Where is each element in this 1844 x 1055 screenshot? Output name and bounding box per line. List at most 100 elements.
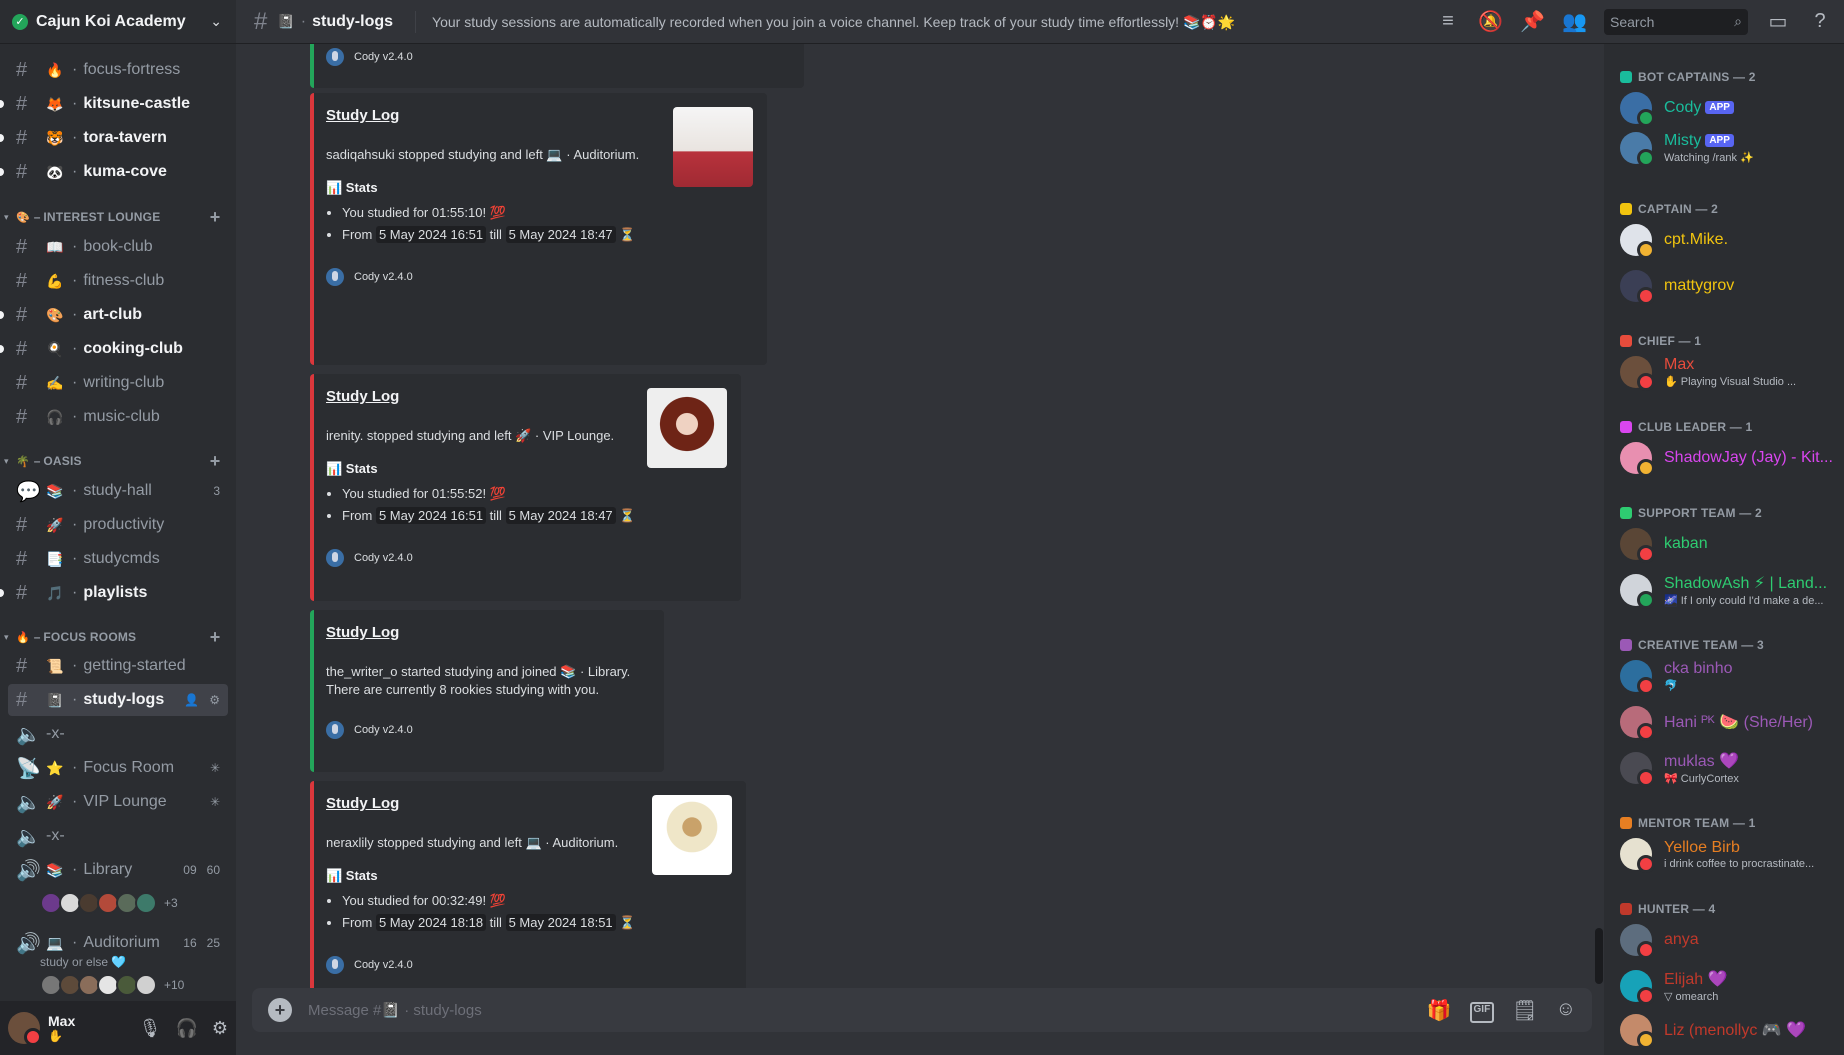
channel-label: VIP Lounge: [83, 793, 167, 810]
member-item[interactable]: Max ✋ Playing Visual Studio ...: [1620, 352, 1836, 392]
channel-kitsune-castle[interactable]: # 🦊 · kitsune-castle: [0, 88, 228, 120]
channel-kuma-cove[interactable]: # 🐼 · kuma-cove: [0, 156, 228, 188]
channel-label: Focus Room: [83, 759, 175, 776]
channel-study-logs[interactable]: # 📓 · study-logs 👤 ⚙: [8, 684, 228, 716]
member-item[interactable]: Cody APP: [1620, 88, 1836, 128]
voice-channel-separator[interactable]: 🔈 -x-: [8, 820, 228, 852]
help-icon[interactable]: ?: [1808, 10, 1832, 33]
microphone-icon[interactable]: 🎙: [139, 1018, 162, 1039]
mute-bell-icon[interactable]: 🔕: [1478, 9, 1503, 34]
member-item[interactable]: Elijah 💜 ▽ omearch: [1620, 966, 1836, 1006]
member-item[interactable]: Yelloe Birb i drink coffee to procrastin…: [1620, 834, 1836, 874]
server-header[interactable]: ✓ Cajun Koi Academy ⌄: [0, 0, 236, 44]
channel-fitness-club[interactable]: # 💪 · fitness-club: [8, 265, 228, 297]
channel-topic[interactable]: Your study sessions are automatically re…: [415, 10, 1420, 33]
channel-emoji: 🦊: [46, 95, 64, 112]
headphones-icon[interactable]: 🎧: [175, 1018, 197, 1039]
voice-channel-vip-lounge[interactable]: 🔈 🚀 · VIP Lounge ✳: [8, 786, 228, 818]
stats-list: You studied for 00:32:49! 💯 From 5 May 2…: [342, 890, 730, 934]
emoji-icon[interactable]: ☺: [1556, 998, 1576, 1023]
message-input[interactable]: [308, 1001, 1427, 1019]
message-scrollbar[interactable]: [1595, 928, 1603, 984]
channel-getting-started[interactable]: # 📜 · getting-started: [8, 650, 228, 682]
member-name: Liz (menollyc 🎮 💜: [1664, 1022, 1807, 1039]
category-label: INTEREST LOUNGE: [43, 210, 161, 224]
add-channel-icon[interactable]: +: [206, 627, 224, 648]
add-member-icon[interactable]: 👤: [184, 693, 199, 707]
embed-title[interactable]: Study Log: [326, 624, 648, 641]
voice-channel-library[interactable]: 🔊 📚 · Library 09 60: [8, 854, 228, 886]
avatar[interactable]: [135, 974, 157, 996]
member-list-icon[interactable]: 👥: [1562, 9, 1587, 34]
threads-icon[interactable]: ≡: [1436, 10, 1460, 33]
voice-participants[interactable]: +10: [40, 974, 184, 996]
gift-icon[interactable]: 🎁: [1427, 998, 1452, 1023]
channel-music-club[interactable]: # 🎧 · music-club: [8, 401, 228, 433]
avatar[interactable]: [8, 1012, 42, 1046]
app-badge: APP: [1705, 134, 1734, 147]
category-label: FOCUS ROOMS: [43, 630, 137, 644]
add-channel-icon[interactable]: +: [206, 451, 224, 472]
avatar[interactable]: [135, 892, 157, 914]
more-participants: +10: [164, 978, 185, 992]
channel-art-club[interactable]: # 🎨 · art-club: [0, 299, 228, 331]
user-thumbnail[interactable]: [652, 795, 732, 875]
voice-channel-focus-room[interactable]: 📡 ⭐ · Focus Room ✳: [8, 752, 228, 784]
channel-productivity[interactable]: # 🚀 · productivity: [8, 509, 228, 541]
server-name: Cajun Koi Academy: [36, 12, 186, 30]
avatar: [1620, 752, 1655, 787]
search-input[interactable]: [1610, 13, 1735, 30]
category-interest-lounge[interactable]: ▾ 🎨 – INTEREST LOUNGE +: [4, 207, 224, 227]
member-item[interactable]: cka binho 🐬: [1620, 656, 1836, 696]
member-item[interactable]: ShadowJay (Jay) - Kit...: [1620, 438, 1836, 478]
gear-icon[interactable]: ⚙: [212, 1018, 228, 1039]
channel-label: -x-: [46, 827, 65, 844]
channel-label: kitsune-castle: [83, 95, 191, 112]
channel-header: # 📓 · study-logs Your study sessions are…: [236, 0, 1844, 44]
channel-label: cooking-club: [83, 340, 183, 357]
member-item[interactable]: kaban: [1620, 524, 1836, 564]
start-time: 5 May 2024 16:51: [375, 507, 487, 524]
voice-channel-separator[interactable]: 🔈 -x-: [8, 718, 228, 750]
gif-icon[interactable]: GIF: [1469, 1001, 1495, 1023]
bot-avatar-icon: [326, 268, 344, 286]
member-item[interactable]: ShadowAsh ⚡ | Land... 🌌 If I only could …: [1620, 570, 1836, 610]
channel-cooking-club[interactable]: # 🍳 · cooking-club: [0, 333, 228, 365]
embed-footer: Cody v2.4.0: [326, 956, 730, 974]
member-item[interactable]: Hani ᴾᴷ 🍉 (She/Her): [1620, 702, 1836, 742]
channel-studycmds[interactable]: # 📑 · studycmds: [8, 543, 228, 575]
bot-avatar-icon: [326, 48, 344, 66]
member-item[interactable]: cpt.Mike.: [1620, 220, 1836, 260]
role-header: CLUB LEADER — 1: [1620, 420, 1752, 434]
member-item[interactable]: mattygrov: [1620, 266, 1836, 306]
add-channel-icon[interactable]: +: [206, 207, 224, 228]
voice-participants[interactable]: +3: [40, 892, 178, 914]
inbox-icon[interactable]: ▭: [1766, 9, 1790, 34]
channel-playlists[interactable]: # 🎵 · playlists: [0, 577, 228, 609]
user-thumbnail[interactable]: [647, 388, 727, 468]
attach-plus-button[interactable]: +: [268, 998, 292, 1022]
session-range: From 5 May 2024 16:51 till 5 May 2024 18…: [342, 224, 751, 246]
user-thumbnail[interactable]: [673, 107, 753, 187]
search-box[interactable]: ⌕: [1604, 8, 1748, 35]
member-item[interactable]: Liz (menollyc 🎮 💜: [1620, 1010, 1836, 1050]
avatar: [1620, 442, 1655, 477]
sticker-icon[interactable]: 🗒: [1512, 998, 1537, 1023]
channel-tora-tavern[interactable]: # 🐯 · tora-tavern: [0, 122, 228, 154]
channel-book-club[interactable]: # 📖 · book-club: [8, 231, 228, 263]
member-item[interactable]: anya: [1620, 920, 1836, 960]
category-focus-rooms[interactable]: ▾ 🔥 – FOCUS ROOMS +: [4, 627, 224, 647]
category-oasis[interactable]: ▾ 🌴 – OASIS +: [4, 451, 224, 471]
channel-focus-fortress[interactable]: # 🔥 · focus-fortress: [8, 54, 228, 86]
member-item[interactable]: Misty APP Watching /rank ✨: [1620, 128, 1836, 168]
user-name-block[interactable]: Max ✋: [48, 1013, 139, 1043]
gear-icon[interactable]: ⚙: [209, 693, 220, 707]
channel-label: fitness-club: [83, 272, 165, 289]
channel-emoji: 📓: [277, 13, 295, 29]
channel-study-hall[interactable]: 💬 📚 · study-hall 3: [8, 475, 228, 507]
channel-writing-club[interactable]: # ✍️ · writing-club: [8, 367, 228, 399]
member-item[interactable]: muklas 💜 🎀 CurlyCortex: [1620, 748, 1836, 788]
pin-icon[interactable]: 📌: [1520, 9, 1545, 34]
speaker-icon: 🔈: [16, 723, 41, 746]
chevron-down-icon[interactable]: ⌄: [210, 13, 222, 30]
